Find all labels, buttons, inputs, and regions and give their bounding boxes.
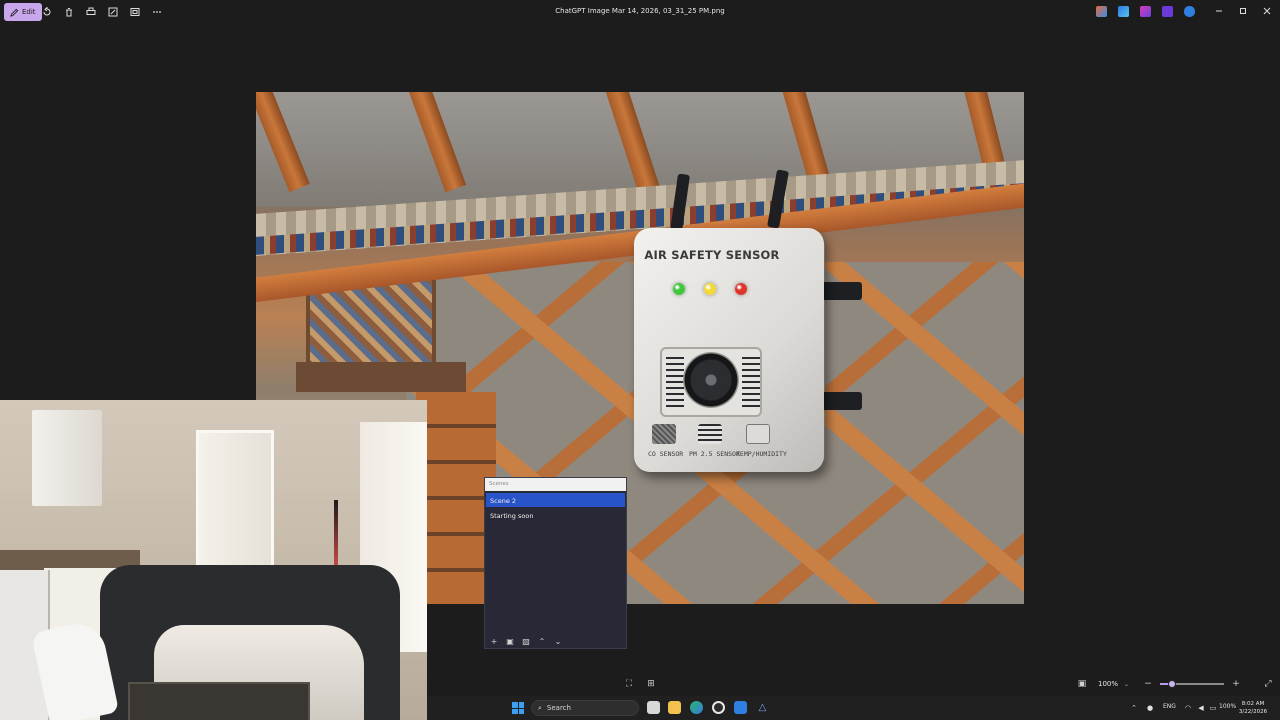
scenes-toolbar: + ▣ ▧ ⌃ ⌄ xyxy=(485,634,626,648)
move-down-icon[interactable]: ⌄ xyxy=(553,636,563,646)
zoom-slider[interactable] xyxy=(1160,680,1224,688)
actual-size-icon[interactable]: ▣ xyxy=(1076,678,1088,690)
volume-icon[interactable]: ◀ xyxy=(1196,703,1206,713)
app-2-icon[interactable] xyxy=(1118,6,1129,17)
chevron-up-icon[interactable]: ⌃ xyxy=(1129,703,1139,713)
zoom-out-icon[interactable]: − xyxy=(1142,678,1154,690)
add-scene-icon[interactable]: + xyxy=(489,636,499,646)
clock-date: 3/22/2026 xyxy=(1238,709,1268,715)
title-bar: Edit ChatGPT Image Mar 14, 2026, 03_31_2… xyxy=(0,0,1280,24)
move-up-icon[interactable]: ⌃ xyxy=(537,636,547,646)
webcam-cabinet xyxy=(32,410,102,506)
webcam-overlay xyxy=(0,400,427,720)
window-title: ChatGPT Image Mar 14, 2026, 03_31_25 PM.… xyxy=(555,7,725,15)
system-clock[interactable]: 8:02 AM 3/22/2026 xyxy=(1238,700,1268,716)
scene-filter-icon[interactable]: ▧ xyxy=(521,636,531,646)
zoom-dropdown[interactable]: 100% ⌄ xyxy=(1094,677,1134,691)
temp-sensor-icon xyxy=(746,424,770,444)
onedrive-icon[interactable] xyxy=(1184,6,1195,17)
start-button[interactable] xyxy=(512,702,524,714)
language-indicator[interactable]: ENG xyxy=(1163,703,1176,710)
scenes-header: Scenes xyxy=(485,478,626,491)
webcam-box xyxy=(128,682,310,720)
device-strap xyxy=(818,282,862,300)
image-shelf xyxy=(296,362,466,392)
app-3-icon[interactable] xyxy=(1140,6,1151,17)
remove-scene-icon[interactable]: ▣ xyxy=(505,636,515,646)
search-icon: ⌕ xyxy=(538,703,542,712)
co-sensor-label: CO SENSOR xyxy=(648,450,684,458)
wifi-icon[interactable]: ◠ xyxy=(1183,703,1193,713)
windows-logo-icon xyxy=(512,702,518,708)
battery-percent: 100% xyxy=(1219,703,1237,710)
zoom-in-icon[interactable]: + xyxy=(1230,678,1242,690)
app-icon[interactable] xyxy=(734,701,747,714)
edge-icon[interactable] xyxy=(690,701,703,714)
pm-sensor-icon xyxy=(698,424,722,444)
vent-grille xyxy=(742,357,760,407)
device-title: AIR SAFETY SENSOR xyxy=(644,248,780,262)
microphone-icon[interactable]: ● xyxy=(1145,703,1155,713)
search-placeholder: Search xyxy=(546,704,571,712)
app-4-icon[interactable] xyxy=(1162,6,1173,17)
file-explorer-icon[interactable] xyxy=(668,701,681,714)
temp-sensor-label: TEMP/HUMIDITY xyxy=(736,450,787,458)
zoom-slider-handle[interactable] xyxy=(1167,680,1176,688)
pm-sensor-label: PM 2.5 SENSOR xyxy=(689,450,740,458)
chevron-down-icon: ⌄ xyxy=(1124,680,1130,688)
fullscreen-icon[interactable]: ⤢ xyxy=(1262,678,1274,690)
windows-logo-icon xyxy=(518,702,524,708)
obs-icon[interactable] xyxy=(712,701,725,714)
zoom-value: 100% xyxy=(1098,680,1119,688)
red-led xyxy=(735,283,747,295)
scenes-panel: Scenes Scene 2 Starting soon + ▣ ▧ ⌃ ⌄ xyxy=(484,477,627,649)
fan-icon xyxy=(683,352,739,408)
windows-logo-icon xyxy=(512,708,518,714)
green-led xyxy=(673,283,685,295)
scene-item[interactable]: Starting soon xyxy=(486,508,625,522)
co-sensor-icon xyxy=(652,424,676,444)
yellow-led xyxy=(704,283,716,295)
vent-grille xyxy=(666,357,684,407)
device-strap xyxy=(818,392,862,410)
clock-time: 8:02 AM xyxy=(1241,701,1265,707)
slideshow-icon[interactable]: ⊞ xyxy=(645,678,657,690)
minimize-button[interactable] xyxy=(1213,5,1225,17)
close-button[interactable] xyxy=(1261,5,1273,17)
vscode-icon[interactable]: △ xyxy=(756,701,769,714)
fit-icon[interactable]: ⛶ xyxy=(623,678,635,690)
task-view-icon[interactable] xyxy=(647,701,660,714)
app-1-icon[interactable] xyxy=(1096,6,1107,17)
taskbar-search[interactable]: ⌕ Search xyxy=(531,700,639,716)
battery-icon[interactable]: ▭ xyxy=(1208,703,1218,713)
windows-logo-icon xyxy=(518,708,524,714)
scene-item[interactable]: Scene 2 xyxy=(486,493,625,507)
maximize-button[interactable] xyxy=(1237,5,1249,17)
